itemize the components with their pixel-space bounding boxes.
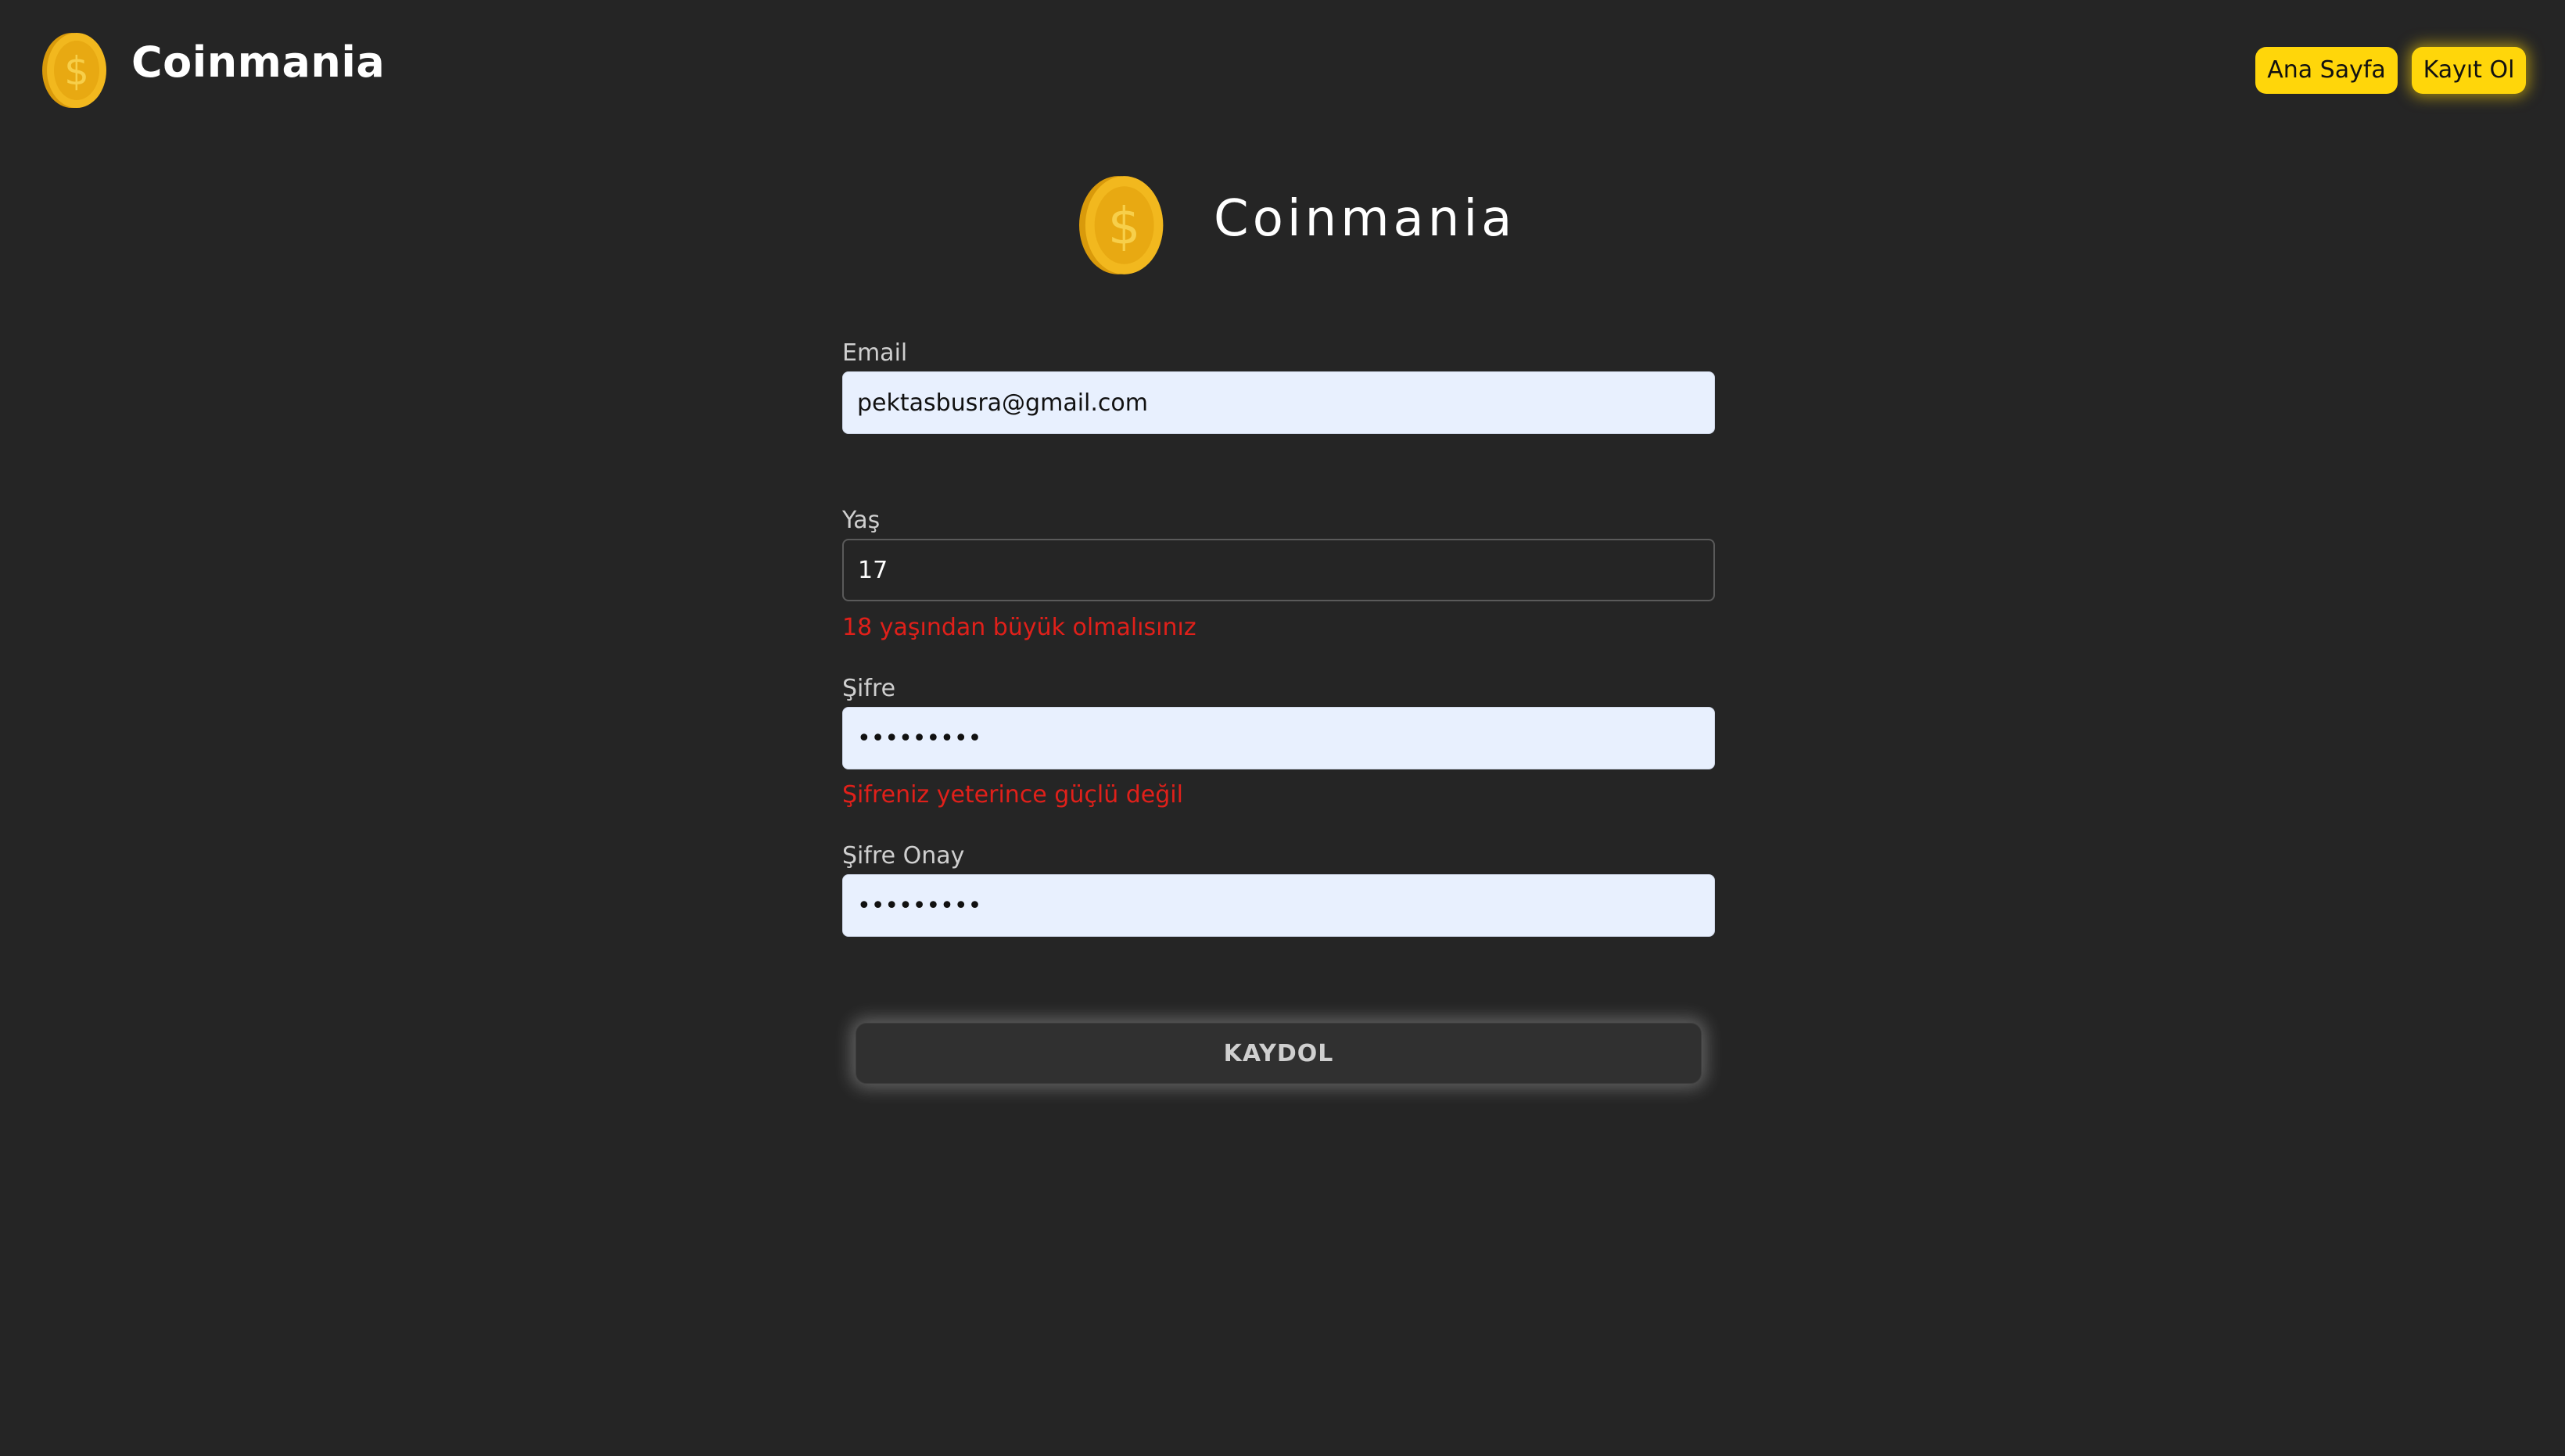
email-label: Email [842, 339, 908, 367]
home-nav-button[interactable]: Ana Sayfa [2255, 47, 2398, 94]
age-field[interactable] [842, 539, 1715, 601]
password-confirm-label: Şifre Onay [842, 842, 965, 870]
svg-text:$: $ [64, 48, 89, 94]
submit-register-button[interactable]: KAYDOL [856, 1023, 1702, 1084]
password-confirm-field[interactable] [842, 874, 1715, 937]
age-label: Yaş [842, 507, 881, 534]
password-label: Şifre [842, 675, 896, 702]
register-page: $ Coinmania Ana Sayfa Kayıt Ol $ Coinman… [0, 0, 2565, 1456]
svg-text:$: $ [1108, 197, 1141, 256]
password-field[interactable] [842, 707, 1715, 769]
password-error-message: Şifreniz yeterince güçlü değil [842, 781, 1183, 809]
header-brand-title[interactable]: Coinmania [131, 38, 385, 88]
form-brand-title: Coinmania [1214, 190, 1516, 248]
coin-logo-icon: $ [1079, 176, 1164, 274]
coin-logo-icon[interactable]: $ [42, 31, 108, 109]
register-nav-button[interactable]: Kayıt Ol [2412, 47, 2526, 94]
email-field[interactable] [842, 371, 1715, 434]
age-error-message: 18 yaşından büyük olmalısınız [842, 614, 1196, 641]
